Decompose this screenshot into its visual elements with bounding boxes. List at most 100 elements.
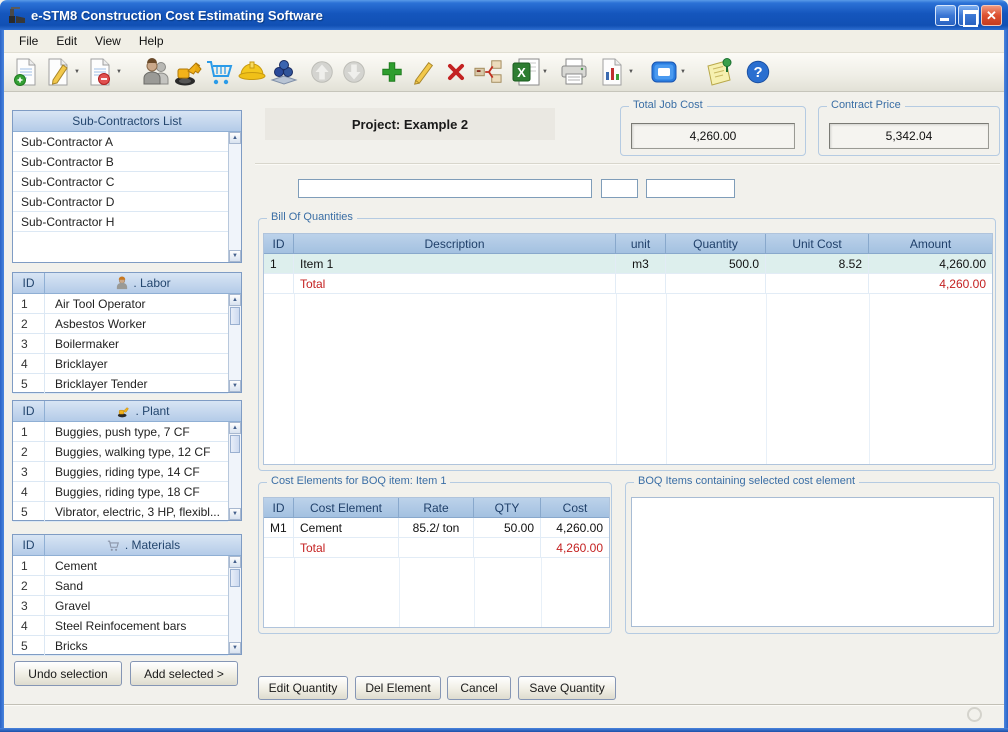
edit-pencil-icon[interactable] bbox=[408, 55, 440, 89]
print-icon[interactable] bbox=[558, 55, 590, 89]
total-job-cost-value: 4,260.00 bbox=[631, 123, 795, 149]
transfer-icon[interactable] bbox=[472, 55, 504, 89]
plant-row[interactable]: 1Buggies, push type, 7 CF bbox=[13, 422, 228, 442]
scroll-down-icon[interactable] bbox=[229, 250, 241, 262]
delete-document-icon[interactable] bbox=[84, 55, 116, 89]
subcontractor-row[interactable]: Sub-Contractor C bbox=[13, 172, 228, 192]
edit-document-dropdown-icon[interactable]: ▼ bbox=[74, 69, 84, 75]
materials-scrollbar[interactable] bbox=[228, 556, 241, 654]
excel-export-icon[interactable]: X bbox=[510, 55, 542, 89]
plant-icon[interactable] bbox=[172, 55, 204, 89]
ce-col-qty[interactable]: QTY bbox=[474, 498, 541, 518]
help-icon[interactable]: ? bbox=[742, 55, 774, 89]
materials-icon bbox=[106, 539, 121, 552]
labor-icon[interactable] bbox=[140, 55, 172, 89]
report-dropdown-icon[interactable]: ▼ bbox=[628, 69, 638, 75]
scroll-down-icon[interactable] bbox=[229, 508, 241, 520]
boq-col-description[interactable]: Description bbox=[294, 234, 616, 254]
subcontractors-scrollbar[interactable] bbox=[228, 132, 241, 262]
delete-x-icon[interactable] bbox=[440, 55, 472, 89]
labor-row[interactable]: 3Boilermaker bbox=[13, 334, 228, 354]
boq-col-amount[interactable]: Amount bbox=[869, 234, 992, 254]
material-row[interactable]: 1Cement bbox=[13, 556, 228, 576]
boq-group-label: Bill Of Quantities bbox=[267, 211, 357, 223]
scroll-up-icon[interactable] bbox=[229, 294, 241, 306]
material-row[interactable]: 4Steel Reinfocement bars bbox=[13, 616, 228, 636]
cost-elements-table: ID Cost Element Rate QTY Cost M1 Cement … bbox=[263, 497, 610, 628]
close-button[interactable] bbox=[981, 5, 1002, 26]
add-selected-button[interactable]: Add selected > bbox=[130, 661, 238, 686]
boq-description-input[interactable] bbox=[298, 179, 592, 198]
contract-price-value: 5,342.04 bbox=[829, 123, 989, 149]
delete-document-dropdown-icon[interactable]: ▼ bbox=[116, 69, 126, 75]
menu-file[interactable]: File bbox=[10, 31, 47, 51]
boq-col-unit[interactable]: unit bbox=[616, 234, 666, 254]
ce-col-element[interactable]: Cost Element bbox=[294, 498, 399, 518]
subcontractor-row[interactable]: Sub-Contractor B bbox=[13, 152, 228, 172]
edit-quantity-button[interactable]: Edit Quantity bbox=[258, 676, 348, 700]
menu-help[interactable]: Help bbox=[130, 31, 173, 51]
backup-icon[interactable] bbox=[648, 55, 680, 89]
ce-col-cost[interactable]: Cost bbox=[541, 498, 609, 518]
titlebar[interactable]: e-STM8 Construction Cost Estimating Soft… bbox=[0, 0, 1008, 30]
scroll-down-icon[interactable] bbox=[229, 380, 241, 392]
scroll-up-icon[interactable] bbox=[229, 422, 241, 434]
del-element-button[interactable]: Del Element bbox=[355, 676, 441, 700]
boq-quantity-input[interactable] bbox=[646, 179, 735, 198]
notes-icon[interactable] bbox=[704, 55, 736, 89]
labor-header: ID . Labor bbox=[13, 273, 241, 294]
maximize-button[interactable] bbox=[958, 5, 979, 26]
materials-icon[interactable] bbox=[204, 55, 236, 89]
subcontractor-row[interactable]: Sub-Contractor H bbox=[13, 212, 228, 232]
cancel-button[interactable]: Cancel bbox=[447, 676, 511, 700]
labor-scrollbar[interactable] bbox=[228, 294, 241, 392]
scroll-down-icon[interactable] bbox=[229, 642, 241, 654]
ce-col-rate[interactable]: Rate bbox=[399, 498, 474, 518]
labor-row[interactable]: 5Bricklayer Tender bbox=[13, 374, 228, 394]
new-document-icon[interactable] bbox=[10, 55, 42, 89]
menubar: File Edit View Help bbox=[4, 30, 1004, 53]
excel-export-dropdown-icon[interactable]: ▼ bbox=[542, 69, 552, 75]
report-icon[interactable] bbox=[596, 55, 628, 89]
menu-edit[interactable]: Edit bbox=[47, 31, 86, 51]
plant-row[interactable]: 4Buggies, riding type, 18 CF bbox=[13, 482, 228, 502]
material-row[interactable]: 5Bricks bbox=[13, 636, 228, 656]
boq-col-quantity[interactable]: Quantity bbox=[666, 234, 766, 254]
plant-row[interactable]: 3Buggies, riding type, 14 CF bbox=[13, 462, 228, 482]
material-row[interactable]: 3Gravel bbox=[13, 596, 228, 616]
menu-view[interactable]: View bbox=[86, 31, 130, 51]
scroll-thumb[interactable] bbox=[230, 307, 240, 325]
plant-row[interactable]: 2Buggies, walking type, 12 CF bbox=[13, 442, 228, 462]
contract-price-label: Contract Price bbox=[827, 99, 905, 111]
subcontractor-row[interactable]: Sub-Contractor D bbox=[13, 192, 228, 212]
labor-row[interactable]: 1Air Tool Operator bbox=[13, 294, 228, 314]
plant-scrollbar[interactable] bbox=[228, 422, 241, 520]
undo-selection-button[interactable]: Undo selection bbox=[14, 661, 122, 686]
boq-row-selected[interactable]: 1 Item 1 m3 500.0 8.52 4,260.00 bbox=[264, 254, 992, 274]
labor-row[interactable]: 2Asbestos Worker bbox=[13, 314, 228, 334]
scroll-up-icon[interactable] bbox=[229, 132, 241, 144]
labor-row[interactable]: 4Bricklayer bbox=[13, 354, 228, 374]
subcontractor-hardhat-icon[interactable] bbox=[236, 55, 268, 89]
scroll-thumb[interactable] bbox=[230, 569, 240, 587]
boq-col-unit-cost[interactable]: Unit Cost bbox=[766, 234, 869, 254]
add-icon[interactable] bbox=[376, 55, 408, 89]
materials-title: . Materials bbox=[125, 538, 180, 552]
backup-dropdown-icon[interactable]: ▼ bbox=[680, 69, 690, 75]
plant-id-header: ID bbox=[13, 401, 45, 421]
boq-unit-input[interactable] bbox=[601, 179, 638, 198]
edit-document-icon[interactable] bbox=[42, 55, 74, 89]
minimize-button[interactable] bbox=[935, 5, 956, 26]
ce-total-cost: 4,260.00 bbox=[541, 538, 609, 558]
plant-row[interactable]: 5Vibrator, electric, 3 HP, flexibl... bbox=[13, 502, 228, 522]
save-quantity-button[interactable]: Save Quantity bbox=[518, 676, 616, 700]
subcontractor-row[interactable]: Sub-Contractor A bbox=[13, 132, 228, 152]
scroll-thumb[interactable] bbox=[230, 435, 240, 453]
boq-items-listbox[interactable] bbox=[631, 497, 994, 627]
ce-col-id[interactable]: ID bbox=[264, 498, 294, 518]
scroll-up-icon[interactable] bbox=[229, 556, 241, 568]
other-costs-icon[interactable] bbox=[268, 55, 300, 89]
boq-col-id[interactable]: ID bbox=[264, 234, 294, 254]
material-row[interactable]: 2Sand bbox=[13, 576, 228, 596]
cost-element-row[interactable]: M1 Cement 85.2/ ton 50.00 4,260.00 bbox=[264, 518, 609, 538]
